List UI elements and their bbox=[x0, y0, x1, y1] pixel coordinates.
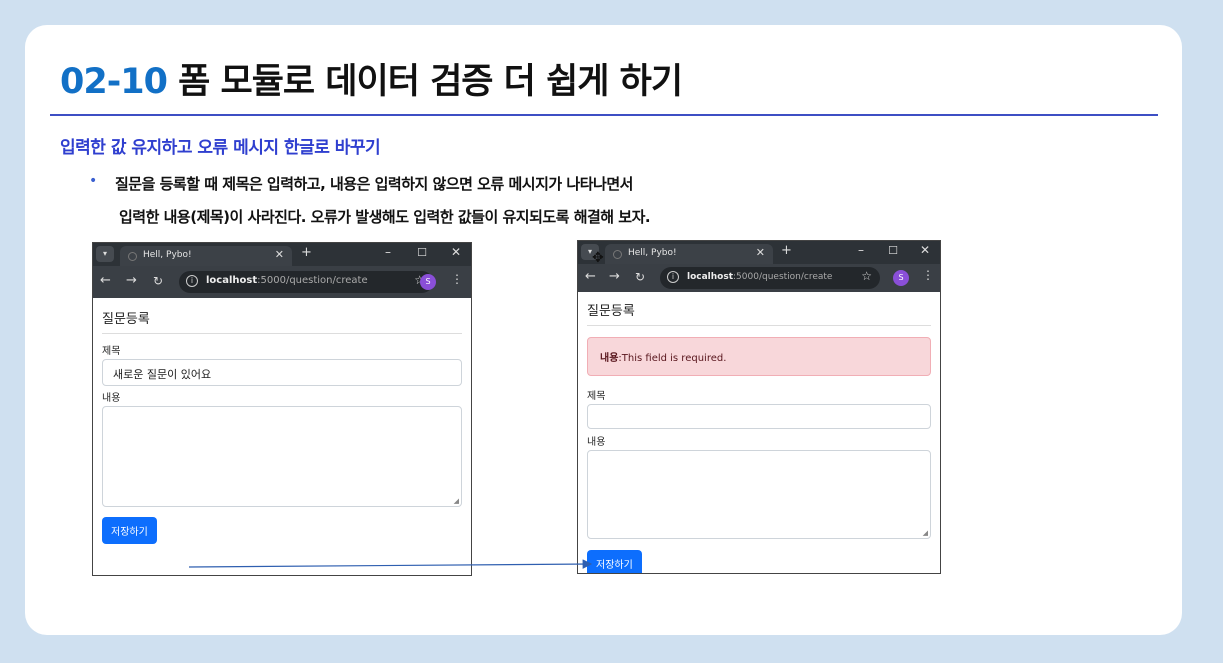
transition-arrow bbox=[188, 559, 593, 569]
move-cursor-icon: ✥ bbox=[592, 250, 604, 266]
